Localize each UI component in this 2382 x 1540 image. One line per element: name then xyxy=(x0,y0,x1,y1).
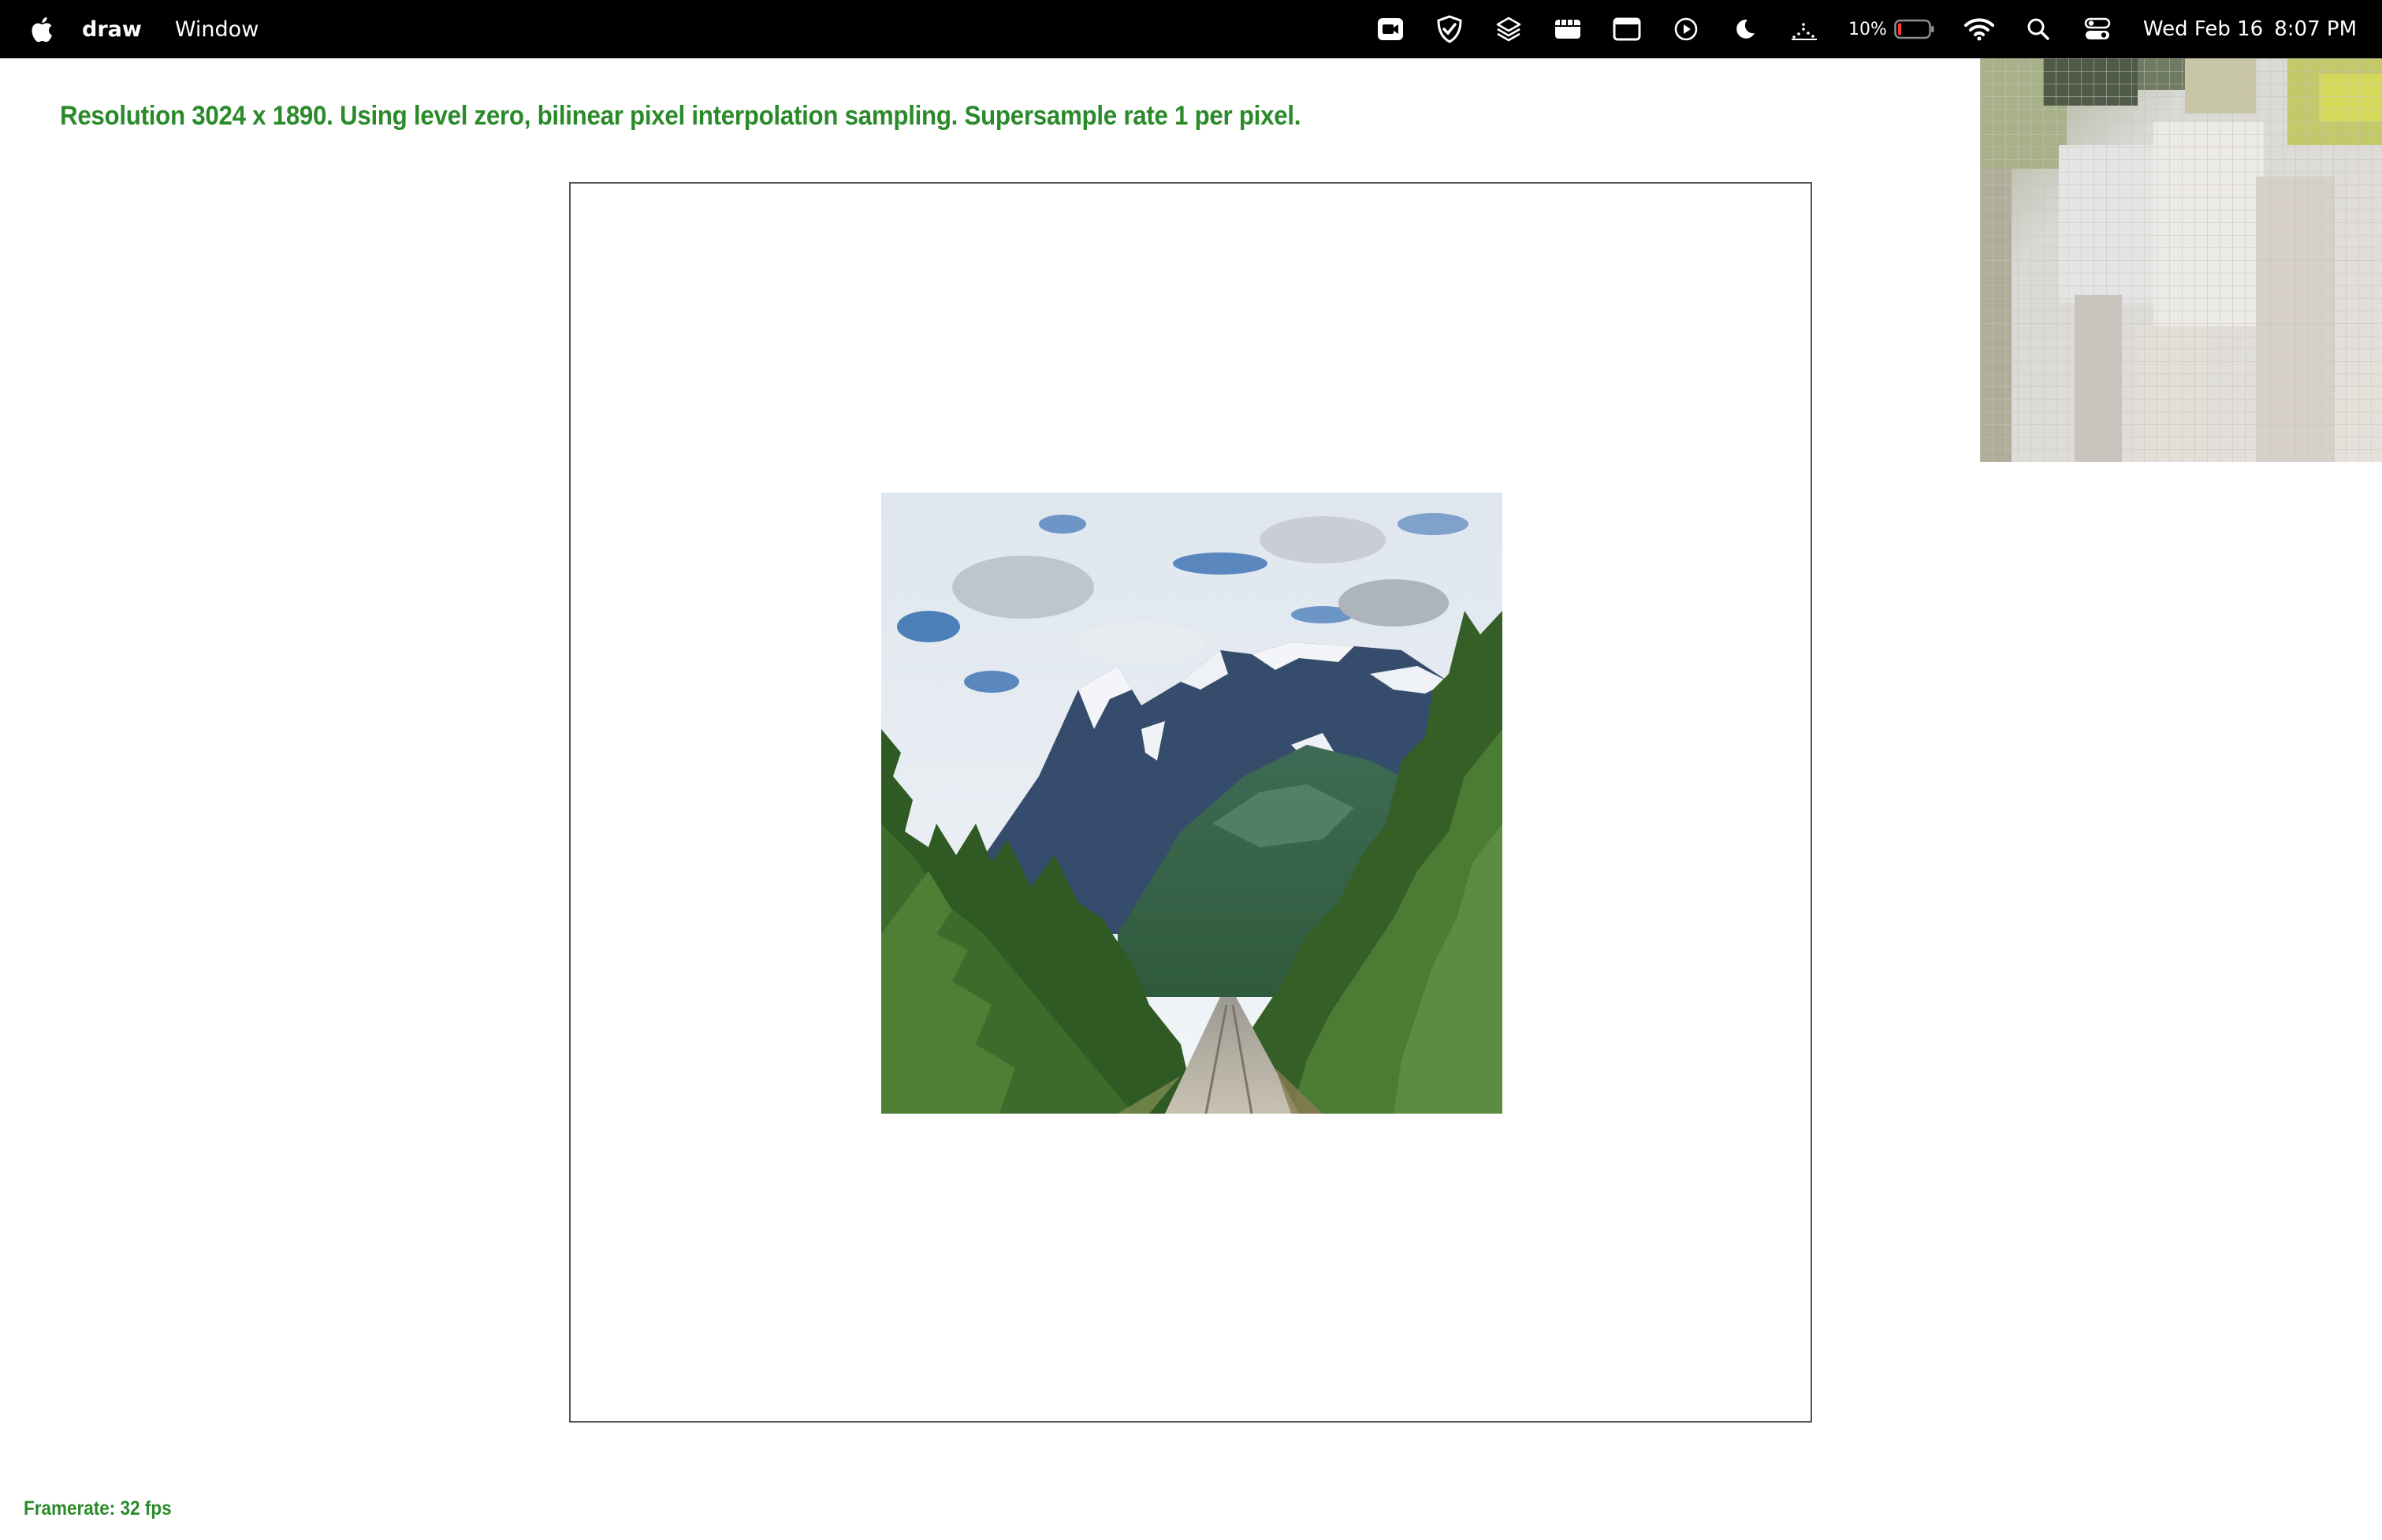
search-icon[interactable] xyxy=(2023,13,2054,45)
wifi-icon[interactable] xyxy=(1963,13,1995,45)
battery-icon[interactable] xyxy=(1893,13,1936,45)
moon-icon[interactable] xyxy=(1729,13,1761,45)
layers-icon[interactable] xyxy=(1493,13,1524,45)
magnifier-loupe xyxy=(1980,58,2382,462)
window-icon[interactable] xyxy=(1611,13,1643,45)
activity-icon[interactable] xyxy=(1788,13,1820,45)
window-menu[interactable]: Window xyxy=(175,17,259,42)
apple-logo-icon[interactable] xyxy=(30,16,54,43)
clock-time: 8:07 PM xyxy=(2274,17,2357,41)
framerate-label: Framerate: 32 fps xyxy=(24,1497,172,1520)
play-circle-icon[interactable] xyxy=(1670,13,1702,45)
render-status-text: Resolution 3024 x 1890. Using level zero… xyxy=(60,101,1301,131)
control-center-icon[interactable] xyxy=(2082,13,2113,45)
menu-clock[interactable]: Wed Feb 16 8:07 PM xyxy=(2143,17,2357,41)
battery-percent: 10% xyxy=(1848,19,1887,39)
shield-check-icon[interactable] xyxy=(1434,13,1465,45)
clock-date: Wed Feb 16 xyxy=(2142,17,2264,41)
landscape-photo xyxy=(881,493,1502,1114)
menu-bar: draw Window 10% Wed Feb 16 8:07 PM xyxy=(0,0,2382,58)
media-strip-icon[interactable] xyxy=(1552,13,1584,45)
video-camera-icon[interactable] xyxy=(1375,13,1406,45)
app-menu[interactable]: draw xyxy=(82,17,142,42)
